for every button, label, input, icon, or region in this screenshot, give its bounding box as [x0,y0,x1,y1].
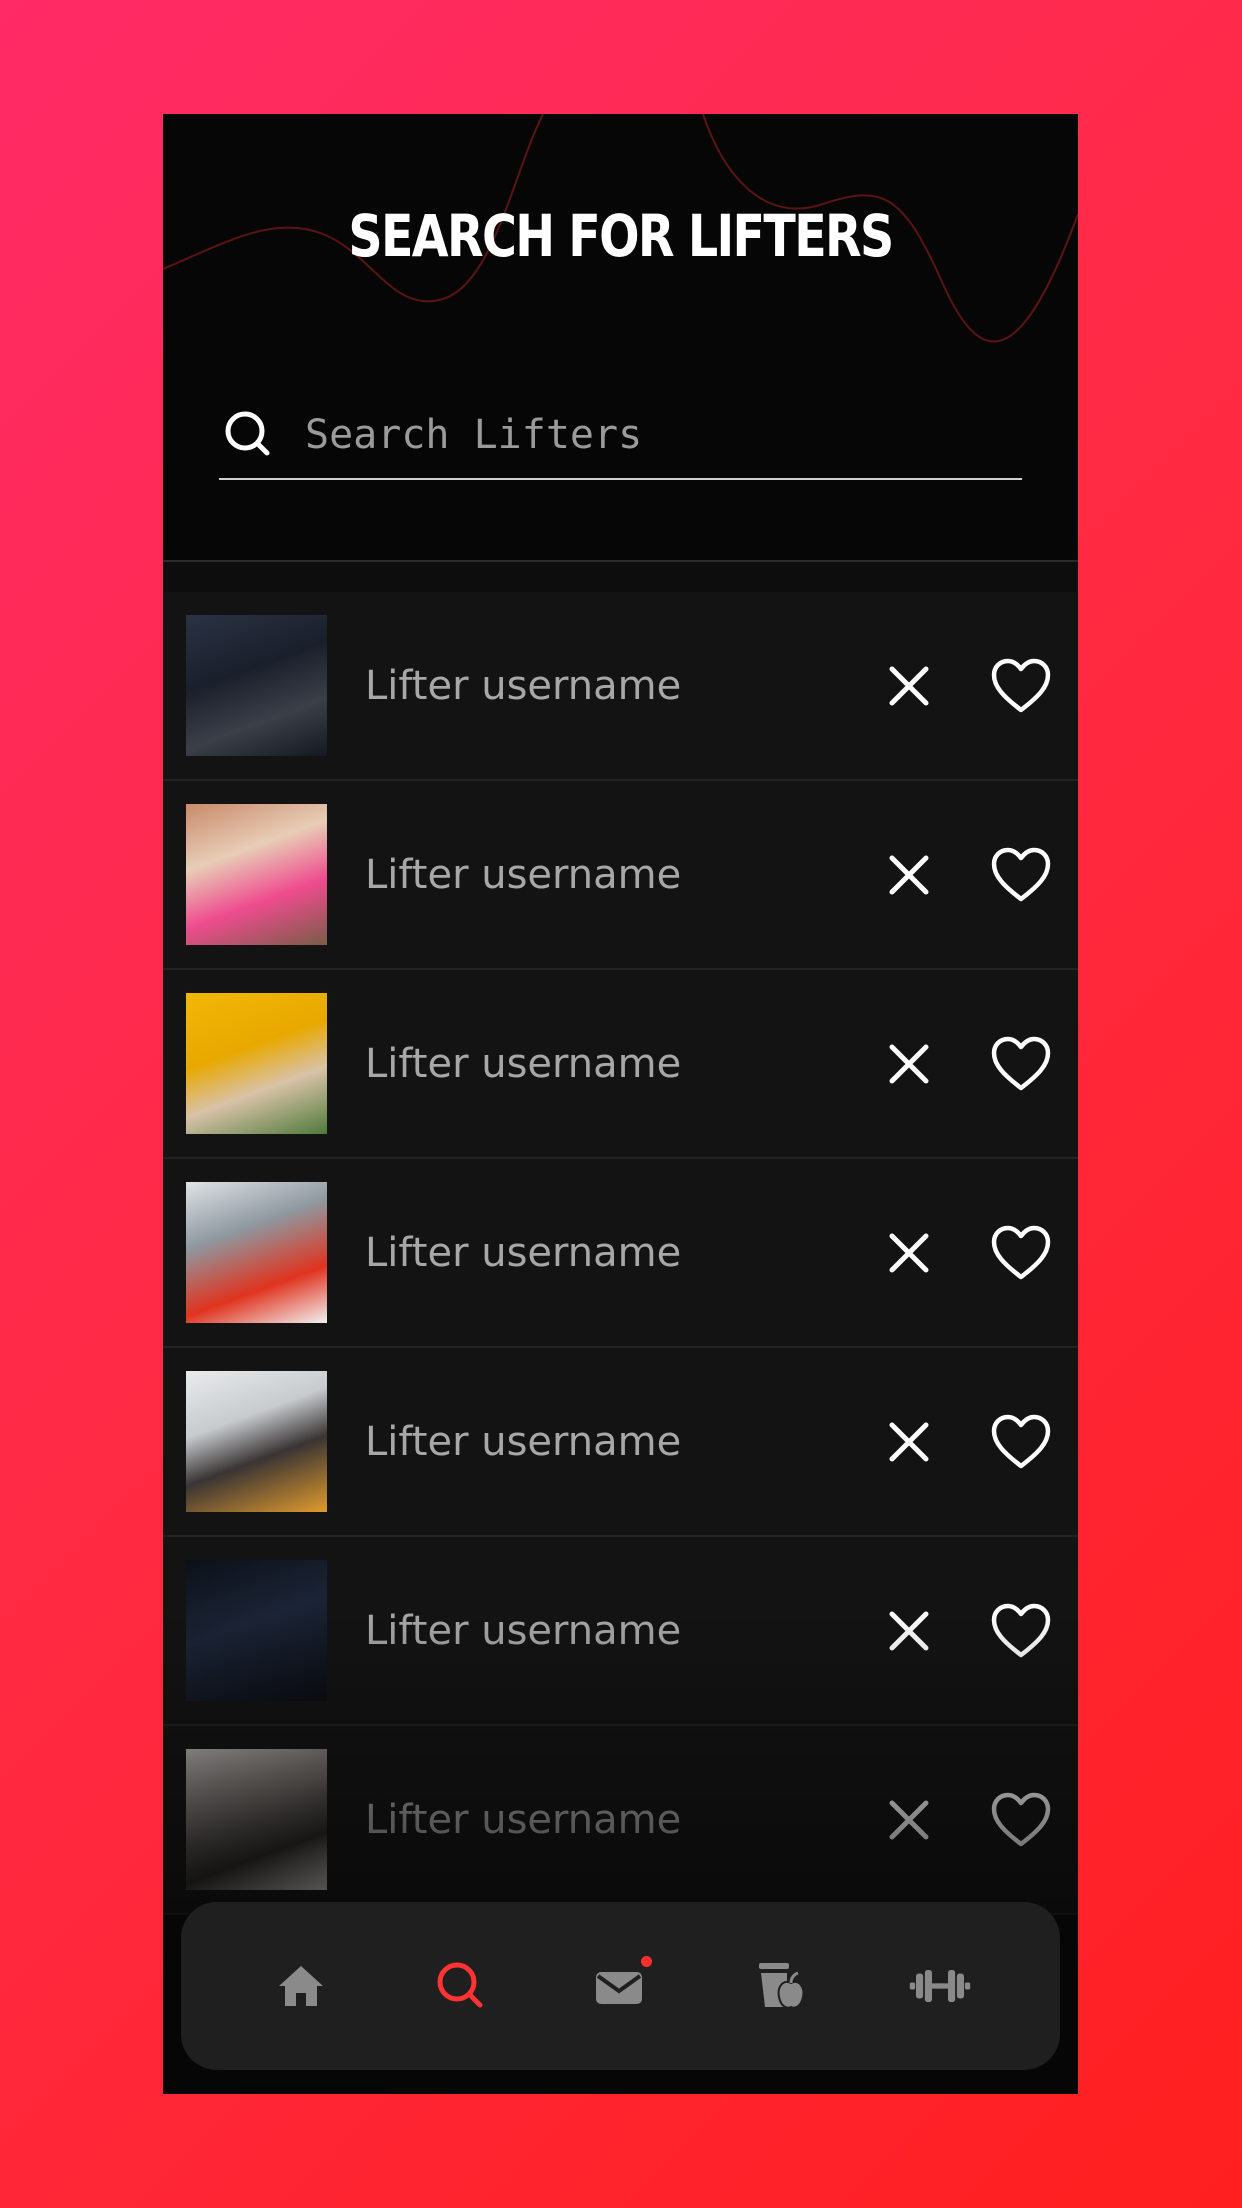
heart-icon[interactable] [990,1413,1052,1471]
lifter-row[interactable]: Lifter username [163,1537,1078,1726]
nav-search[interactable] [429,1954,493,2018]
nav-nutrition[interactable] [748,1954,812,2018]
lifter-username: Lifter username [365,851,682,898]
search-input[interactable] [305,412,1022,458]
lifter-row[interactable]: Lifter username [163,592,1078,781]
heart-icon[interactable] [990,1791,1052,1849]
lifter-username: Lifter username [365,1418,682,1465]
lifter-avatar[interactable] [186,804,327,945]
lifter-avatar[interactable] [186,615,327,756]
lifter-username: Lifter username [365,1796,682,1843]
lifter-avatar[interactable] [186,1749,327,1890]
lifter-row[interactable]: Lifter username [163,1726,1078,1915]
lifter-avatar[interactable] [186,1182,327,1323]
dismiss-icon[interactable] [886,852,932,898]
mail-icon [596,1972,643,2004]
dumbbell-icon [909,1970,971,2002]
lifter-row[interactable]: Lifter username [163,1159,1078,1348]
bottom-nav [181,1902,1060,2070]
heart-icon[interactable] [990,1224,1052,1282]
lifter-username: Lifter username [365,1229,682,1276]
nav-workouts[interactable] [908,1954,972,2018]
lifter-row[interactable]: Lifter username [163,1348,1078,1537]
dismiss-icon[interactable] [886,1041,932,1087]
lifter-list: Lifter username Lifter username Lifter u… [163,592,1078,1915]
dismiss-icon[interactable] [886,1419,932,1465]
home-icon [278,1966,323,2006]
heart-icon[interactable] [990,1602,1052,1660]
dismiss-icon[interactable] [886,1608,932,1654]
dismiss-icon[interactable] [886,663,932,709]
nav-home[interactable] [269,1954,333,2018]
header: SEARCH FOR LIFTERS [163,114,1078,562]
lifter-username: Lifter username [365,1040,682,1087]
lifter-row[interactable]: Lifter username [163,781,1078,970]
decorative-wave [163,114,1078,343]
app-screen: SEARCH FOR LIFTERS Lifter username Lifte… [163,114,1078,2094]
notification-dot [641,1956,653,1967]
dismiss-icon[interactable] [886,1797,932,1843]
heart-icon[interactable] [990,657,1052,715]
page-title: SEARCH FOR LIFTERS [348,202,894,270]
lifter-username: Lifter username [365,662,682,709]
dismiss-icon[interactable] [886,1230,932,1276]
search-icon [225,411,270,456]
heart-icon[interactable] [990,1035,1052,1093]
lifter-avatar[interactable] [186,993,327,1134]
search-bar[interactable] [219,392,1022,480]
nav-messages[interactable] [588,1954,653,2018]
lifter-avatar[interactable] [186,1371,327,1512]
lifter-username: Lifter username [365,1607,682,1654]
header-divider [163,560,1078,562]
lifter-avatar[interactable] [186,1560,327,1701]
heart-icon[interactable] [990,846,1052,904]
search-icon [437,1962,483,2008]
nutrition-icon [759,1963,805,2009]
lifter-row[interactable]: Lifter username [163,970,1078,1159]
list-spacer [163,562,1078,592]
